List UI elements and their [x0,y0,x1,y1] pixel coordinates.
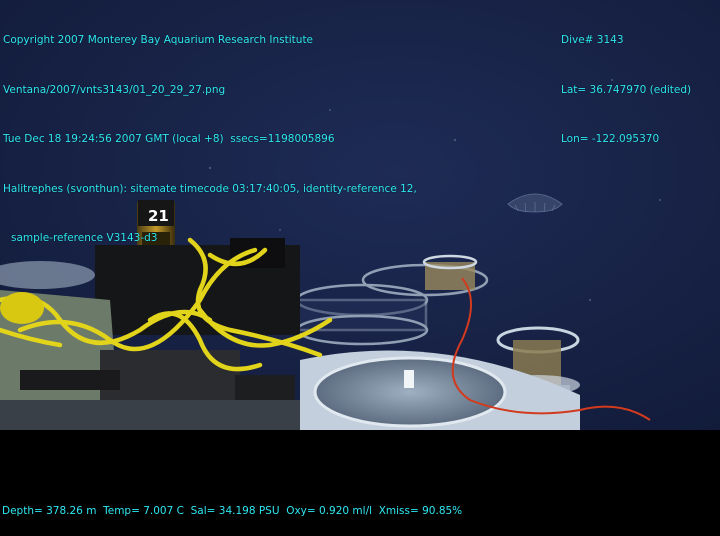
file-path-line: Ventana/2007/vnts3143/01_20_29_27.png [3,83,226,96]
longitude: Lon= -122.095370 [561,133,660,145]
header-info-right: Dive# 3143 Lat= 36.747970 (edited) Lon= … [561,0,691,164]
telemetry-footer: Depth= 378.26 m Temp= 7.007 C Sal= 34.19… [2,470,462,536]
telemetry-line: Depth= 378.26 m Temp= 7.007 C Sal= 34.19… [2,505,463,517]
dive-number: Dive# 3143 [561,34,624,46]
front-clear-disk [313,356,507,428]
latitude: Lat= 36.747970 (edited) [561,83,692,96]
header-info-left: Copyright 2007 Monterey Bay Aquarium Res… [3,0,417,263]
annotation-line: Halitrephes (svonthun): sitemate timecod… [3,182,417,195]
sample-reference-line: sample-reference V3143-d3 [11,232,158,244]
small-white-knob [404,370,414,388]
timestamp-line: Tue Dec 18 19:24:56 2007 GMT (local +8) … [3,133,335,145]
yellow-rope-coil [0,292,44,324]
copyright-line: Copyright 2007 Monterey Bay Aquarium Res… [3,34,314,46]
